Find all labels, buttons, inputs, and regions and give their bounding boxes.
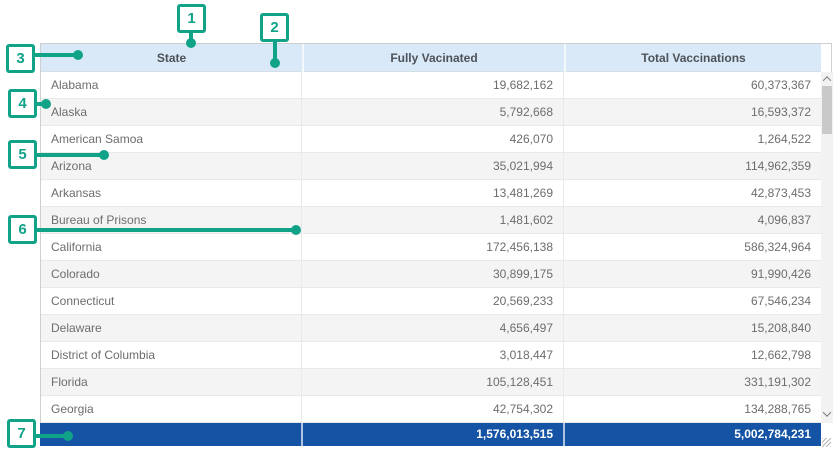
annotation-dot-4 [41,99,51,109]
cell-total-vaccinations: 15,208,840 [564,315,821,341]
cell-total-vaccinations: 1,264,522 [564,126,821,152]
cell-total-vaccinations: 60,373,367 [564,72,821,98]
annotation-callout-7: 7 [7,419,36,448]
table-header-row: State Fully Vacinated Total Vaccinations [41,44,821,72]
annotation-callout-4: 4 [8,89,37,118]
cell-fully-vacinated: 30,899,175 [302,261,564,287]
table-row[interactable]: Florida105,128,451331,191,302 [41,369,821,396]
scrollbar-thumb[interactable] [822,86,832,134]
table-row[interactable]: Connecticut20,569,23367,546,234 [41,288,821,315]
cell-state: Alaska [41,99,302,125]
cell-state: American Samoa [41,126,302,152]
annotation-callout-6: 6 [8,215,37,244]
totals-total-vaccinations: 5,002,784,231 [563,423,821,446]
annotation-dot-6 [291,225,301,235]
scroll-down-button[interactable] [821,407,833,421]
annotation-connector-5 [35,153,104,157]
totals-state-cell [40,423,301,446]
chevron-up-icon [823,76,831,84]
cell-total-vaccinations: 4,096,837 [564,207,821,233]
annotation-callout-1: 1 [177,4,206,33]
cell-total-vaccinations: 42,873,453 [564,180,821,206]
annotation-dot-1 [186,38,196,48]
cell-state: California [41,234,302,260]
cell-fully-vacinated: 105,128,451 [302,369,564,395]
cell-fully-vacinated: 19,682,162 [302,72,564,98]
annotation-connector-6 [35,228,296,232]
cell-fully-vacinated: 42,754,302 [302,396,564,422]
cell-fully-vacinated: 426,070 [302,126,564,152]
cell-state: District of Columbia [41,342,302,368]
cell-state: Connecticut [41,288,302,314]
cell-state: Colorado [41,261,302,287]
cell-total-vaccinations: 91,990,426 [564,261,821,287]
cell-total-vaccinations: 16,593,372 [564,99,821,125]
cell-total-vaccinations: 586,324,964 [564,234,821,260]
cell-state: Arkansas [41,180,302,206]
attribute-table: State Fully Vacinated Total Vaccinations… [40,43,832,423]
cell-fully-vacinated: 5,792,668 [302,99,564,125]
cell-fully-vacinated: 13,481,269 [302,180,564,206]
annotation-dot-3 [73,50,83,60]
cell-total-vaccinations: 12,662,798 [564,342,821,368]
cell-state: Alabama [41,72,302,98]
table-row[interactable]: Arkansas13,481,26942,873,453 [41,180,821,207]
table-row[interactable]: American Samoa426,0701,264,522 [41,126,821,153]
cell-state: Georgia [41,396,302,422]
table-body: Alabama19,682,16260,373,367Alaska5,792,6… [41,72,821,423]
cell-total-vaccinations: 67,546,234 [564,288,821,314]
cell-state: Florida [41,369,302,395]
annotation-callout-3: 3 [6,44,35,73]
cell-fully-vacinated: 20,569,233 [302,288,564,314]
screenshot-canvas: State Fully Vacinated Total Vaccinations… [0,0,833,453]
annotation-connector-3 [33,53,78,57]
cell-total-vaccinations: 134,288,765 [564,396,821,422]
annotation-dot-7 [63,431,73,441]
cell-fully-vacinated: 1,481,602 [302,207,564,233]
totals-row: 1,576,013,515 5,002,784,231 [40,423,821,446]
cell-fully-vacinated: 4,656,497 [302,315,564,341]
annotation-callout-2: 2 [260,13,289,42]
cell-fully-vacinated: 3,018,447 [302,342,564,368]
table-row[interactable]: Alaska5,792,66816,593,372 [41,99,821,126]
totals-fully-vacinated: 1,576,013,515 [301,423,563,446]
table-row[interactable]: Alabama19,682,16260,373,367 [41,72,821,99]
cell-state: Delaware [41,315,302,341]
vertical-scrollbar[interactable] [821,72,833,423]
resize-grip-icon[interactable] [822,438,831,447]
column-header-total-vaccinations[interactable]: Total Vaccinations [564,44,821,72]
table-row[interactable]: Arizona35,021,994114,962,359 [41,153,821,180]
scroll-up-button[interactable] [821,72,833,86]
cell-total-vaccinations: 331,191,302 [564,369,821,395]
cell-fully-vacinated: 172,456,138 [302,234,564,260]
cell-fully-vacinated: 35,021,994 [302,153,564,179]
table-row[interactable]: Georgia42,754,302134,288,765 [41,396,821,423]
table-row[interactable]: California172,456,138586,324,964 [41,234,821,261]
table-row[interactable]: Delaware4,656,49715,208,840 [41,315,821,342]
table-row[interactable]: District of Columbia3,018,44712,662,798 [41,342,821,369]
annotation-callout-5: 5 [8,140,37,169]
table-row[interactable]: Colorado30,899,17591,990,426 [41,261,821,288]
cell-total-vaccinations: 114,962,359 [564,153,821,179]
chevron-down-icon [823,408,831,416]
annotation-dot-5 [99,150,109,160]
annotation-dot-2 [270,58,280,68]
column-header-fully-vacinated[interactable]: Fully Vacinated [302,44,564,72]
